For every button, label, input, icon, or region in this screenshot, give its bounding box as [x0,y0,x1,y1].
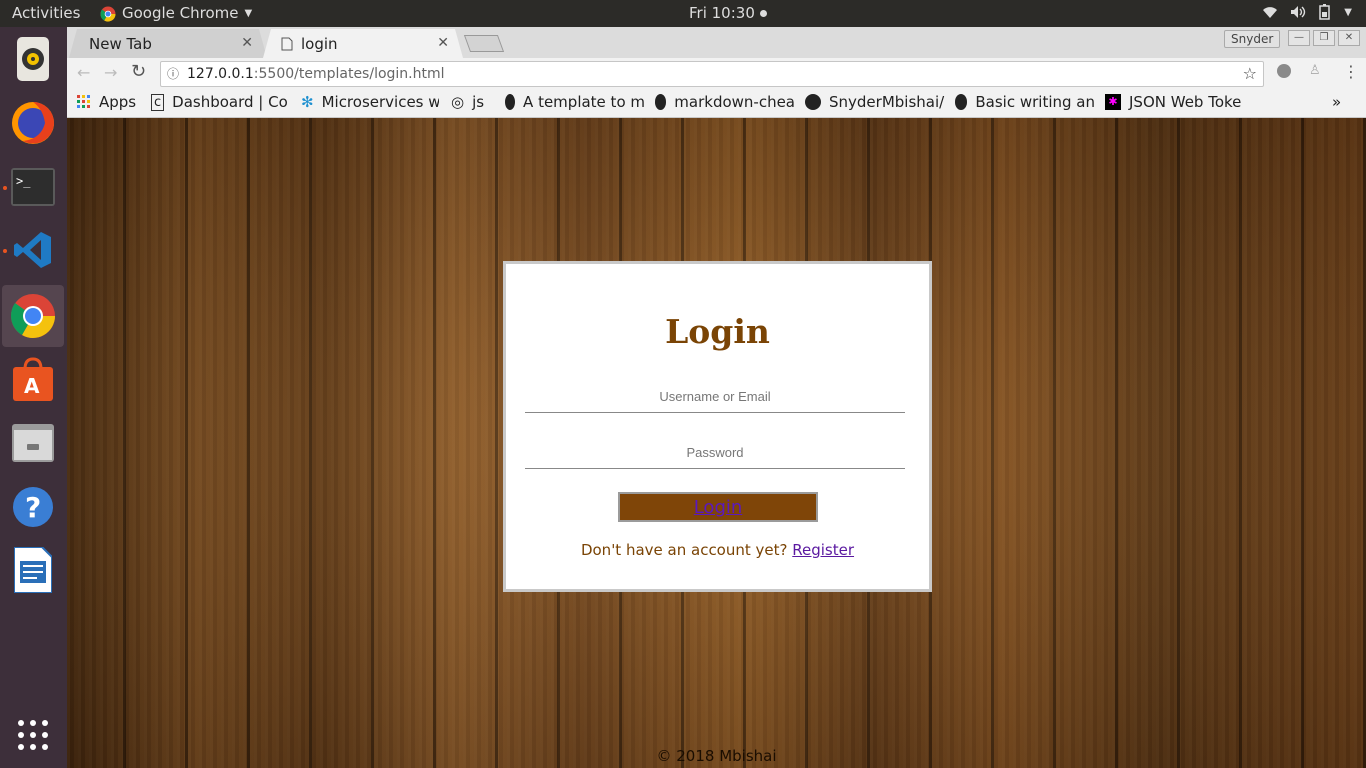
show-apps-icon[interactable] [10,712,56,758]
url-host: 127.0.0.1 [187,66,254,82]
chevron-down-icon: ▼ [1344,6,1352,18]
bookmark-label: Apps [99,93,137,111]
clock[interactable]: Fri 10:30 [689,4,767,23]
running-indicator [3,249,7,253]
github-icon [505,94,516,110]
reload-icon[interactable]: ↻ [131,61,146,82]
github-icon [805,94,821,110]
terminal-icon[interactable]: >_ [10,164,56,210]
bookmark-label: js [472,93,485,111]
app-menu[interactable]: Google Chrome ▼ [100,4,252,23]
tab-label: login [301,34,338,53]
system-top-bar: Activities Google Chrome ▼ Fri 10:30 ▼ [0,0,1366,27]
minimize-button[interactable]: — [1288,30,1310,46]
close-window-button[interactable]: ✕ [1338,30,1360,46]
running-indicator [3,186,7,190]
more-bookmarks-button[interactable]: » [1332,93,1341,111]
activities-button[interactable]: Activities [12,4,80,23]
extension-icon[interactable]: ♙ [1309,63,1321,78]
chevron-down-icon: ▼ [244,8,253,19]
back-icon[interactable]: ← [77,63,90,82]
software-center-icon[interactable]: A [10,356,56,402]
svg-text:>_: >_ [16,174,31,188]
bookmark-js[interactable]: ◎ js [451,93,484,111]
wifi-icon [1263,7,1278,18]
jwt-icon: ✱ [1105,94,1121,110]
app-menu-label: Google Chrome [122,4,239,22]
page-content: Login Login Don't have an account yet? R… [67,118,1366,768]
svg-text:?: ? [25,491,41,524]
system-tray[interactable]: ▼ [1262,4,1352,20]
tab-new-tab[interactable]: New Tab ✕ [69,29,267,58]
help-icon[interactable]: ? [10,484,56,530]
new-tab-button[interactable] [463,35,505,52]
rhythmbox-icon[interactable] [10,36,56,82]
browser-window: New Tab ✕ login ✕ Snyder — ❐ ✕ ← → ↻ ⓘ 1… [67,27,1366,118]
bookmark-label: Microservices w [321,93,439,111]
vscode-icon[interactable] [10,227,56,273]
tab-login[interactable]: login ✕ [263,29,463,58]
bookmark-label: Dashboard | Co [172,93,288,111]
bookmark-label: SnyderMbishai/ [829,93,945,111]
bookmark-apps[interactable]: Apps [77,93,136,111]
bookmark-template[interactable]: A template to m [505,93,645,111]
bookmark-basic-writing[interactable]: Basic writing an [955,93,1095,111]
chrome-small-icon [100,6,116,22]
github-icon [655,94,667,110]
bookmark-snydermbishai[interactable]: SnyderMbishai/ [805,93,945,111]
bookmark-jwt[interactable]: ✱ JSON Web Toke [1105,93,1243,111]
maximize-button[interactable]: ❐ [1313,30,1335,46]
footer: © 2018 Mbishai [656,747,777,765]
password-input[interactable] [525,437,905,469]
bookmarks-bar: Apps c Dashboard | Co ✻ Microservices w … [67,90,1366,118]
close-icon[interactable]: ✕ [241,35,253,51]
extension-icon[interactable] [1277,64,1291,78]
register-prompt: Don't have an account yet? Register [506,541,929,559]
username-input[interactable] [525,381,905,413]
clock-label: Fri 10:30 [689,4,755,22]
info-icon[interactable]: ⓘ [167,62,179,86]
page-title: Login [665,312,770,351]
github-icon [955,94,968,110]
dock: >_ A ? [0,27,67,768]
bookmark-label: Basic writing an [975,93,1095,111]
bookmark-dashboard[interactable]: c Dashboard | Co [151,93,291,111]
menu-icon[interactable]: ⋮ [1343,62,1359,81]
url-path: :5500/templates/login.html [253,66,445,82]
chrome-icon[interactable] [2,285,64,347]
svg-text:A: A [24,374,40,398]
page-icon [281,37,293,50]
forward-icon[interactable]: → [104,63,117,82]
apps-grid-icon [77,95,90,108]
profile-button[interactable]: Snyder [1224,30,1281,48]
tab-label: New Tab [89,34,152,53]
firefox-icon[interactable] [10,100,56,146]
bookmark-star-icon[interactable]: ☆ [1243,62,1257,86]
circle-logo-icon: ◎ [451,93,465,111]
url-text: 127.0.0.1:5500/templates/login.html [187,62,445,86]
close-icon[interactable]: ✕ [437,35,449,51]
notification-dot-icon [759,10,767,17]
bookmark-label: JSON Web Toke [1129,93,1242,111]
battery-icon [1319,4,1331,20]
login-card: Login Login Don't have an account yet? R… [503,261,932,592]
files-icon[interactable] [10,420,56,466]
bookmark-markdown[interactable]: markdown-chea [655,93,795,111]
register-prompt-text: Don't have an account yet? [580,541,788,559]
browser-toolbar: ← → ↻ ⓘ 127.0.0.1:5500/templates/login.h… [67,58,1366,90]
volume-icon [1291,6,1306,18]
bookmark-microservices[interactable]: ✻ Microservices w [301,93,439,111]
microservices-icon: ✻ [301,93,314,111]
dashboard-icon: c [151,93,165,111]
writer-icon[interactable] [10,547,56,593]
bookmark-label: A template to m [523,93,645,111]
register-link[interactable]: Register [792,541,854,559]
address-bar[interactable]: ⓘ 127.0.0.1:5500/templates/login.html ☆ [160,61,1264,87]
tab-strip: New Tab ✕ login ✕ Snyder — ❐ ✕ [67,27,1366,58]
bookmark-label: markdown-chea [674,93,795,111]
login-button[interactable]: Login [618,492,818,522]
